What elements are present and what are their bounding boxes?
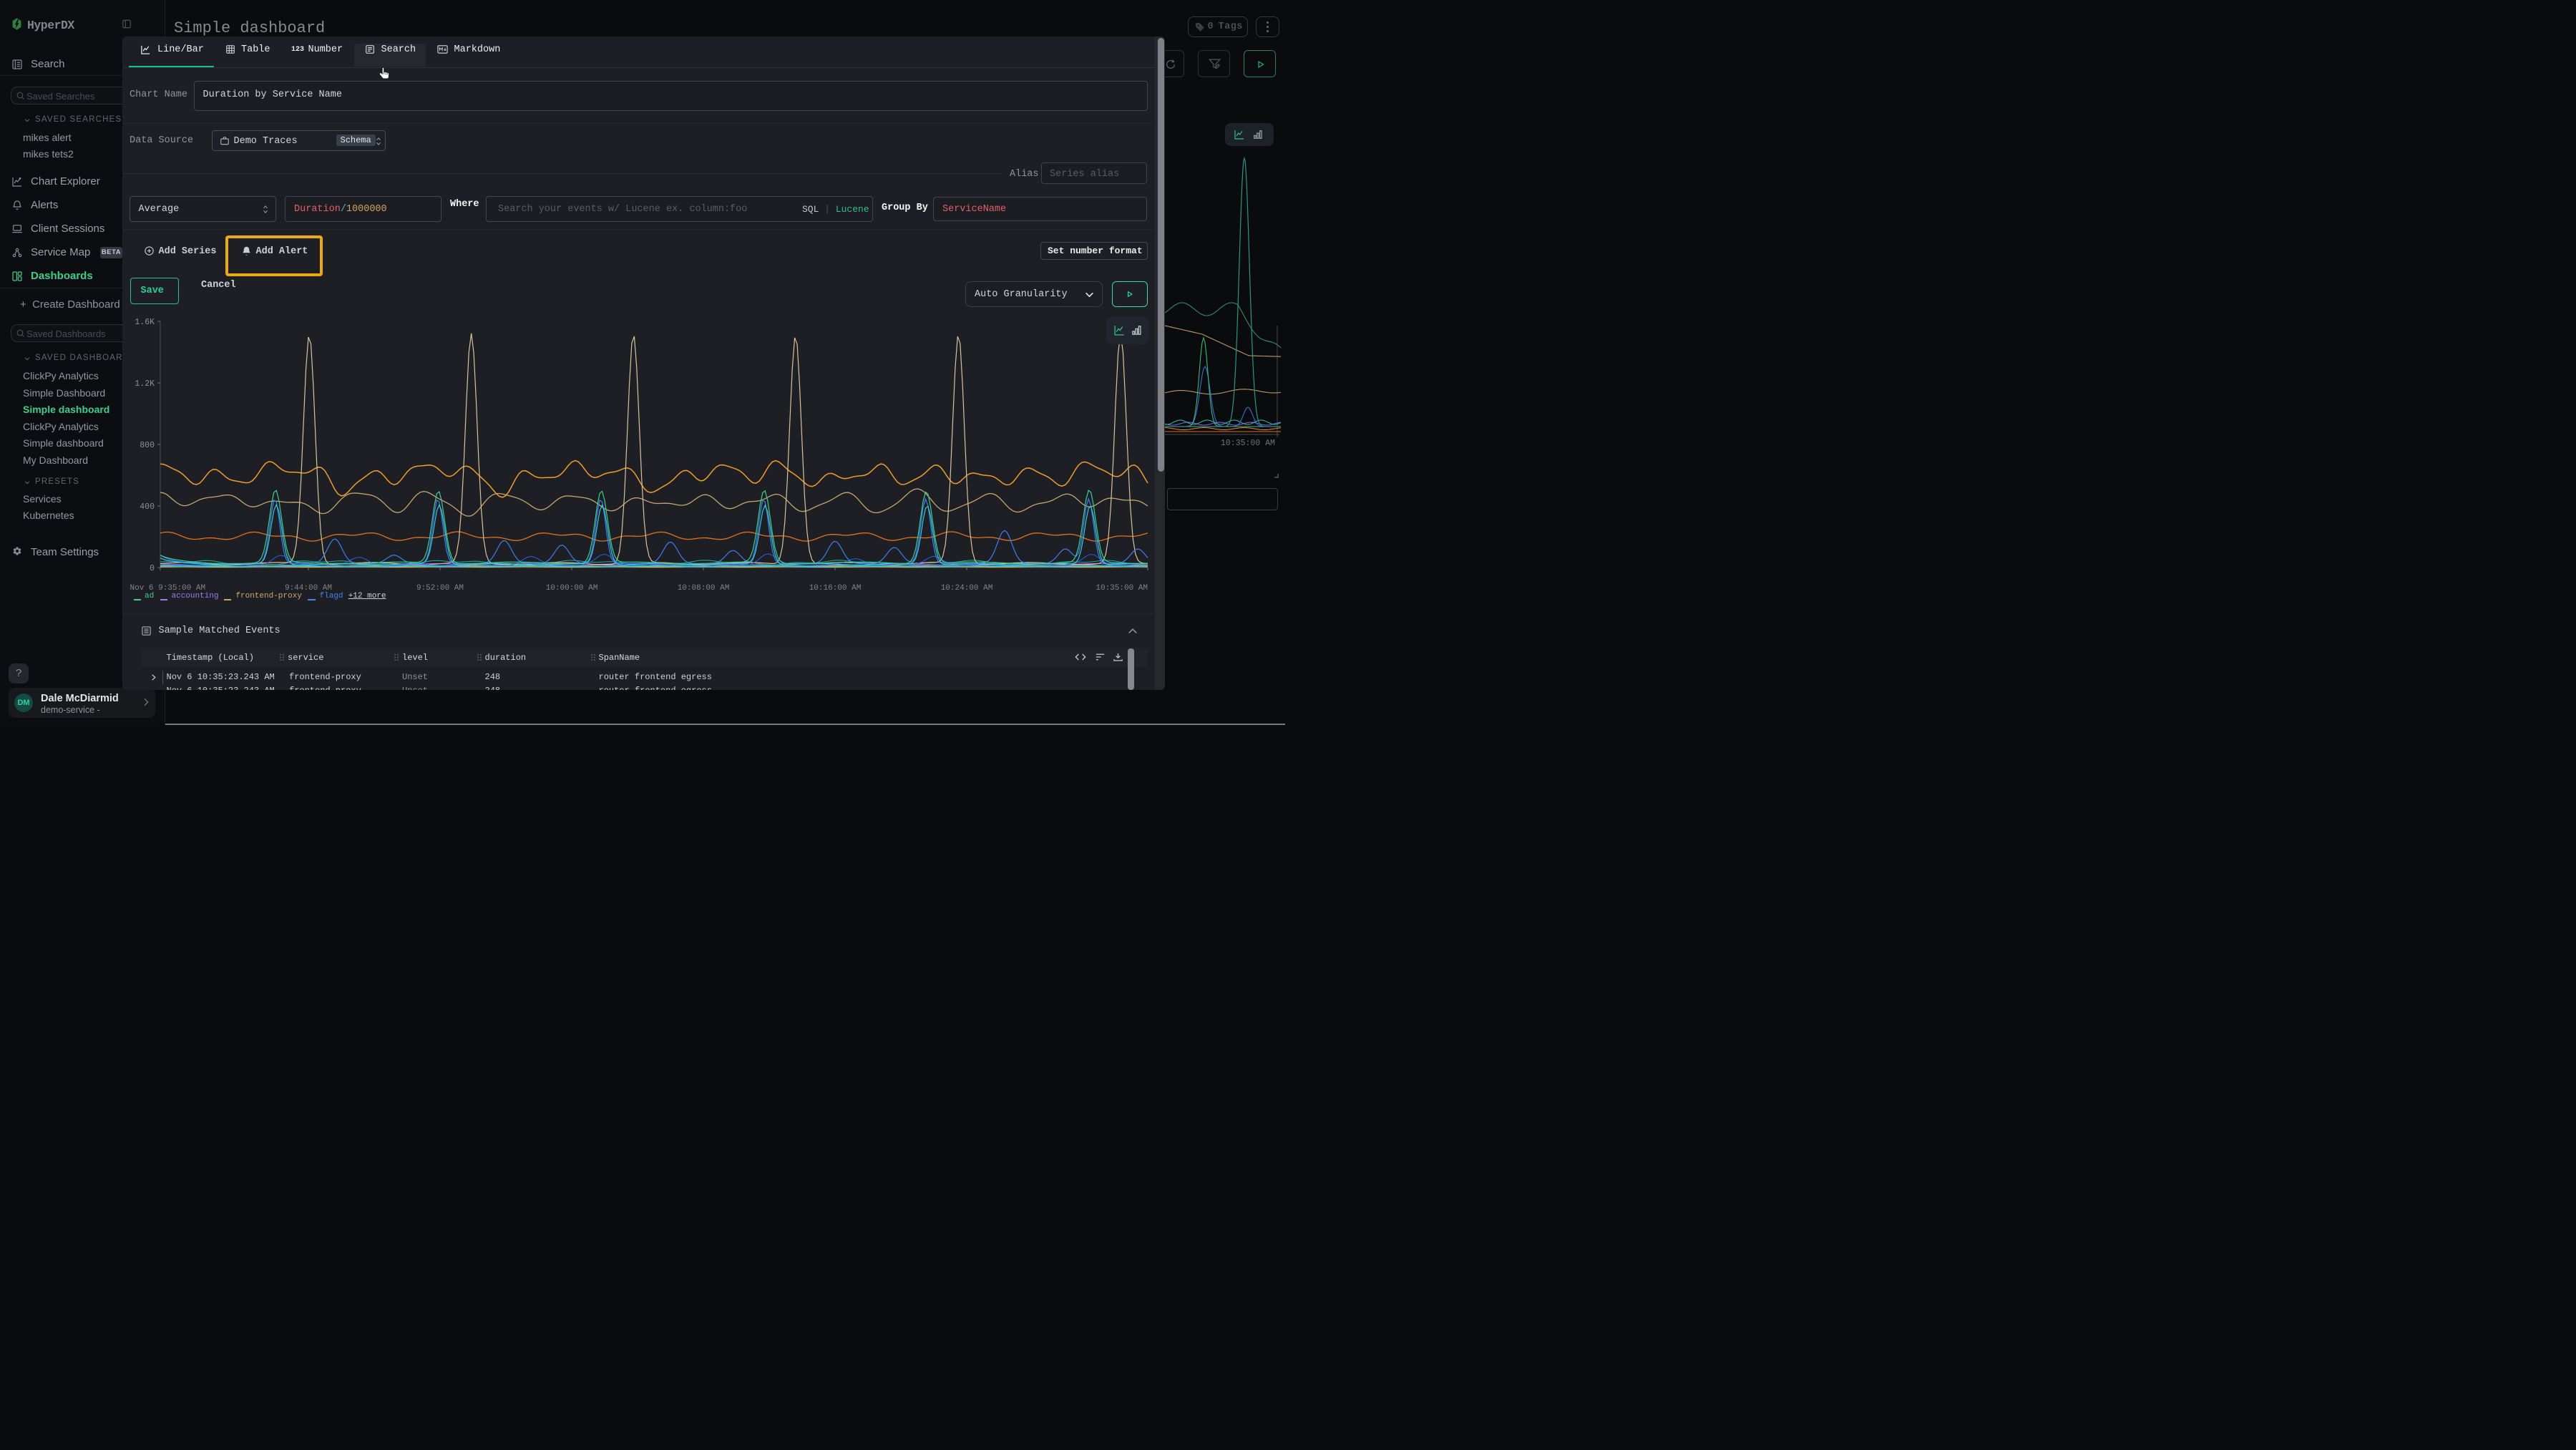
svg-text:10:24:00 AM: 10:24:00 AM	[940, 584, 992, 593]
svg-text:10:00:00 AM: 10:00:00 AM	[545, 584, 597, 593]
svg-text:1.2K: 1.2K	[135, 379, 155, 389]
svg-text:10:35:00 AM: 10:35:00 AM	[1096, 584, 1148, 593]
svg-text:10:08:00 AM: 10:08:00 AM	[677, 584, 729, 593]
svg-text:10:16:00 AM: 10:16:00 AM	[809, 584, 861, 593]
svg-text:800: 800	[140, 441, 155, 450]
svg-text:9:52:00 AM: 9:52:00 AM	[416, 584, 463, 593]
svg-text:0: 0	[150, 564, 155, 573]
svg-text:1.6K: 1.6K	[135, 318, 155, 327]
svg-text:400: 400	[140, 502, 155, 512]
